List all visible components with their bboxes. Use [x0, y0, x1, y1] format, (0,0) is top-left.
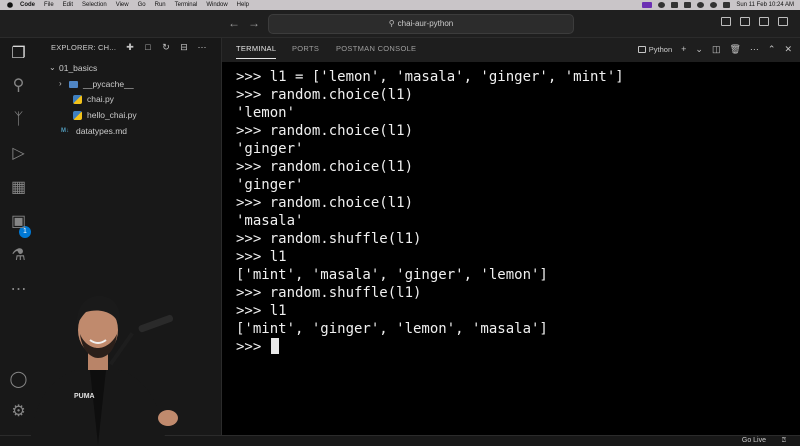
tab-terminal[interactable]: TERMINAL	[236, 44, 277, 59]
customize-layout-icon[interactable]	[778, 17, 788, 26]
panel-actions: Python + ⌄ ◫ 🗑 ⋯ ⌃ ✕	[637, 42, 792, 56]
chevron-right-icon: ›	[59, 79, 62, 88]
menu-window[interactable]: Window	[206, 0, 227, 10]
terminal-prompt: >>>	[236, 339, 270, 355]
markdown-file-icon: M↓	[61, 128, 69, 134]
terminal-icon	[637, 45, 646, 53]
menu-go[interactable]: Go	[138, 0, 146, 10]
control-center-icon[interactable]	[723, 2, 731, 8]
apple-logo-icon[interactable]	[7, 2, 13, 8]
refresh-icon[interactable]: ↻	[161, 42, 171, 52]
new-terminal-plus-icon[interactable]: +	[681, 42, 686, 56]
terminal-profile-selector[interactable]: Python	[637, 44, 673, 54]
chevron-up-icon[interactable]: ⌃	[768, 42, 776, 56]
screen-icon[interactable]	[658, 2, 666, 8]
tree-item-label: datatypes.md	[76, 126, 128, 136]
menu-bar-clock[interactable]: Sun 11 Feb 10:24 AM	[736, 0, 794, 10]
tree-item-file-hello-chai-py[interactable]: hello_chai.py	[73, 108, 137, 122]
search-icon[interactable]: ⚲	[9, 76, 28, 95]
search-icon: ⚲	[388, 19, 395, 28]
extensions-icon[interactable]: ▦	[9, 178, 28, 197]
new-folder-icon[interactable]: □	[143, 42, 153, 52]
tree-item-label: chai.py	[87, 94, 114, 104]
terminal-line: >>> random.choice(l1)	[236, 159, 414, 175]
explorer-actions: ✚ □ ↻ ⊟ ⋯	[125, 42, 207, 52]
chevron-down-icon[interactable]: ⌄	[695, 42, 703, 56]
command-center-search[interactable]: ⚲ chai-aur-python	[268, 14, 574, 34]
remote-explorer-icon[interactable]: ▣	[9, 212, 28, 231]
tree-item-file-chai-py[interactable]: chai.py	[73, 92, 114, 106]
collapse-all-icon[interactable]: ⊟	[179, 42, 189, 52]
menu-terminal[interactable]: Terminal	[175, 0, 198, 10]
macos-menu-bar: Code File Edit Selection View Go Run Ter…	[0, 0, 800, 10]
terminal-line: >>> l1	[236, 249, 287, 265]
toggle-sidebar-icon[interactable]	[721, 17, 731, 26]
python-file-icon	[73, 110, 82, 120]
terminal-output[interactable]: >>> l1 = ['lemon', 'masala', 'ginger', '…	[236, 68, 796, 356]
menu-edit[interactable]: Edit	[63, 0, 73, 10]
more-actions-icon[interactable]: ⋯	[197, 42, 207, 52]
new-file-icon[interactable]: ✚	[125, 42, 135, 52]
menu-bar-tray: Sun 11 Feb 10:24 AM	[642, 0, 794, 10]
folder-icon	[69, 80, 78, 88]
menu-help[interactable]: Help	[237, 0, 249, 10]
run-debug-icon[interactable]: ▷	[9, 144, 28, 163]
menu-view[interactable]: View	[116, 0, 129, 10]
close-icon[interactable]: ✕	[784, 42, 792, 56]
terminal-line: >>> random.shuffle(l1)	[236, 285, 422, 301]
chevron-down-icon: ⌄	[49, 63, 56, 72]
window-title-bar: ← → ⚲ chai-aur-python	[0, 10, 800, 38]
tree-item-folder-01-basics[interactable]: ⌄ 01_basics	[49, 61, 97, 75]
workspace-name: chai-aur-python	[397, 19, 454, 28]
toggle-panel-icon[interactable]	[740, 17, 750, 26]
menu-file[interactable]: File	[44, 0, 54, 10]
tree-item-label: hello_chai.py	[87, 110, 137, 120]
tab-postman-console[interactable]: POSTMAN CONSOLE	[336, 44, 416, 53]
source-control-icon[interactable]: ᛉ	[9, 110, 28, 129]
tab-ports[interactable]: PORTS	[292, 44, 319, 53]
terminal-input-line[interactable]: >>>	[236, 338, 796, 356]
terminal-profile-label: Python	[648, 44, 673, 54]
forward-arrow-icon[interactable]: →	[248, 16, 260, 30]
terminal-line: ['mint', 'masala', 'ginger', 'lemon']	[236, 267, 548, 283]
terminal-line: 'lemon'	[236, 105, 296, 121]
recording-icon[interactable]	[642, 2, 653, 8]
shirt-brand-text: PUMA	[74, 393, 95, 400]
battery-icon[interactable]	[684, 2, 692, 8]
split-terminal-icon[interactable]: ◫	[712, 42, 721, 56]
tree-item-folder-pycache[interactable]: › __pycache__	[59, 77, 134, 91]
menu-selection[interactable]: Selection	[82, 0, 107, 10]
testing-flask-icon[interactable]: ⚗	[9, 246, 28, 265]
layout-controls	[721, 17, 788, 26]
terminal-line: ['mint', 'ginger', 'lemon', 'masala']	[236, 321, 548, 337]
terminal-line: >>> random.choice(l1)	[236, 195, 414, 211]
explorer-files-icon[interactable]: ❐	[9, 44, 28, 63]
terminal-line: >>> l1	[236, 303, 287, 319]
terminal-line: 'masala'	[236, 213, 304, 229]
tree-item-label: 01_basics	[59, 63, 98, 73]
display-icon[interactable]	[671, 2, 679, 8]
kill-terminal-trash-icon[interactable]: 🗑	[729, 42, 740, 56]
menu-code[interactable]: Code	[20, 0, 35, 10]
menu-run[interactable]: Run	[155, 0, 166, 10]
panel-tab-bar: TERMINAL PORTS POSTMAN CONSOLE Python + …	[222, 38, 800, 62]
bottom-panel: TERMINAL PORTS POSTMAN CONSOLE Python + …	[222, 38, 800, 435]
back-arrow-icon[interactable]: ←	[228, 16, 240, 30]
terminal-cursor	[270, 338, 279, 354]
explorer-title: EXPLORER: CH...	[51, 43, 117, 52]
terminal-line: >>> random.choice(l1)	[236, 123, 414, 139]
terminal-line: 'ginger'	[236, 177, 304, 193]
toggle-secondary-sidebar-icon[interactable]	[759, 17, 769, 26]
terminal-line: >>> random.shuffle(l1)	[236, 231, 422, 247]
python-file-icon	[73, 94, 82, 104]
tree-item-label: __pycache__	[83, 79, 134, 89]
terminal-line: >>> l1 = ['lemon', 'masala', 'ginger', '…	[236, 69, 624, 85]
terminal-line: 'ginger'	[236, 141, 304, 157]
more-actions-icon[interactable]: ⋯	[750, 42, 759, 56]
presenter-webcam-overlay: PUMA	[30, 295, 178, 445]
tree-item-file-datatypes-md[interactable]: M↓ datatypes.md	[61, 124, 127, 138]
wifi-icon[interactable]	[697, 2, 705, 8]
terminal-line: >>> random.choice(l1)	[236, 87, 414, 103]
spotlight-icon[interactable]	[710, 2, 718, 8]
